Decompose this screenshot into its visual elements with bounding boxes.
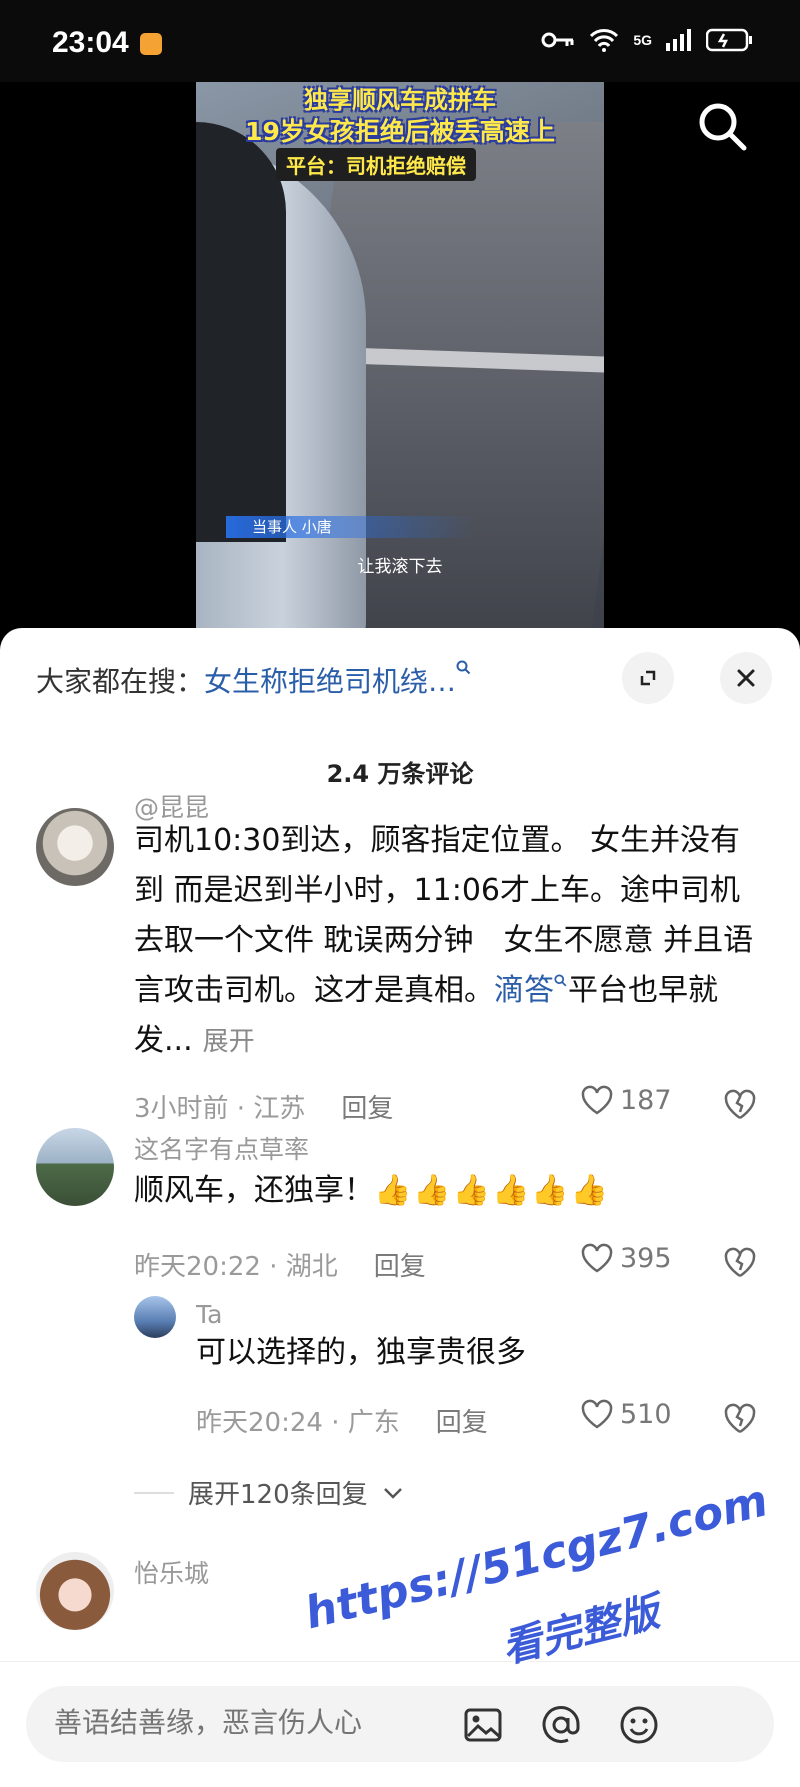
reply-meta: 昨天20:24 · 广东 回复 [196, 1402, 488, 1439]
comment-username[interactable]: 怡乐城 [134, 1554, 209, 1590]
video-player[interactable]: 独享顺风车成拼车 19岁女孩拒绝后被丢高速上 平台：司机拒绝赔偿 当事人 小唐 … [0, 82, 800, 630]
reply-button[interactable]: 回复 [436, 1408, 488, 1438]
comment-link[interactable]: 滴答 [494, 973, 554, 1008]
search-small-icon [456, 660, 471, 675]
heart-icon [581, 1399, 613, 1429]
comment-time: 3小时前 · 江苏 [134, 1094, 306, 1124]
broken-heart-icon[interactable] [722, 1086, 758, 1122]
expand-comment-link[interactable]: 展开 [203, 1027, 255, 1057]
broken-heart-icon[interactable] [722, 1400, 758, 1436]
search-icon[interactable] [692, 96, 752, 156]
reply-text: 可以选择的，独享贵很多 [196, 1335, 526, 1370]
battery-icon [706, 28, 752, 52]
comment-count: 2.4 万条评论 [326, 760, 474, 788]
comment-text: 司机10:30到达，顾客指定位置。 女生并没有到 而是迟到半小时，11:06才上… [134, 816, 760, 1067]
broken-heart-icon[interactable] [722, 1244, 758, 1280]
wifi-icon [590, 29, 619, 52]
signal-icon [666, 29, 691, 51]
like-button[interactable]: 395 [580, 1242, 672, 1274]
status-time: 23:04 [52, 26, 129, 59]
comment-username[interactable]: 这名字有点草率 [134, 1130, 309, 1166]
car-door-image [196, 122, 286, 542]
comment-text: 顺风车，还独享！👍👍👍👍👍👍 [134, 1166, 760, 1216]
comment-input-bar [0, 1661, 800, 1787]
avatar[interactable] [36, 1128, 114, 1206]
reply-button[interactable]: 回复 [341, 1094, 393, 1124]
chevron-down-icon [383, 1487, 402, 1499]
avatar[interactable] [36, 1552, 114, 1630]
avatar[interactable] [36, 808, 114, 886]
comment-input[interactable] [52, 1706, 456, 1740]
comment-input-container[interactable] [26, 1686, 774, 1762]
like-count: 395 [620, 1242, 672, 1274]
like-count: 187 [620, 1084, 672, 1116]
expand-replies-button[interactable]: 展开120条回复 [134, 1474, 404, 1511]
expand-icon [640, 670, 656, 686]
video-caption-1: 独享顺风车成拼车 [304, 86, 496, 114]
hot-search-prefix: 大家都在搜： [36, 665, 205, 698]
comment-meta: 3小时前 · 江苏 回复 [134, 1088, 393, 1125]
image-icon[interactable] [462, 1704, 504, 1746]
thumbs-up-emoji: 👍👍👍👍👍👍 [374, 1173, 611, 1208]
comment-time: 昨天20:22 · 湖北 [134, 1252, 338, 1282]
status-bar: 23:04 5G [0, 0, 800, 82]
heart-icon [581, 1243, 613, 1273]
video-caption-3: 平台：司机拒绝赔偿 [276, 148, 476, 181]
hot-search-bar[interactable]: 大家都在搜：女生称拒绝司机绕… [36, 660, 472, 700]
video-frame[interactable]: 独享顺风车成拼车 19岁女孩拒绝后被丢高速上 平台：司机拒绝赔偿 当事人 小唐 … [196, 82, 604, 630]
search-small-icon [554, 974, 567, 987]
video-subtitle: 让我滚下去 [357, 557, 443, 577]
network-type: 5G [633, 32, 652, 48]
app-notification-icon [140, 33, 162, 55]
heart-icon [581, 1085, 613, 1115]
divider-line [134, 1491, 174, 1494]
comment-body: 顺风车，还独享！ [134, 1173, 374, 1208]
like-button[interactable]: 510 [580, 1398, 672, 1430]
reply-avatar[interactable] [134, 1296, 176, 1338]
close-icon [737, 669, 755, 687]
emoji-icon[interactable] [618, 1704, 660, 1746]
expand-replies-label: 展开120条回复 [188, 1480, 368, 1510]
video-caption-2: 19岁女孩拒绝后被丢高速上 [245, 117, 555, 146]
reply-time: 昨天20:24 · 广东 [196, 1408, 400, 1438]
reply-username[interactable]: Ta [196, 1300, 222, 1329]
like-count: 510 [620, 1398, 672, 1430]
hot-search-query[interactable]: 女生称拒绝司机绕… [204, 665, 456, 698]
close-panel-button[interactable] [720, 652, 772, 704]
status-icons: 5G [541, 28, 754, 52]
mention-icon[interactable] [540, 1704, 582, 1746]
key-icon [541, 32, 574, 48]
comment-meta: 昨天20:22 · 湖北 回复 [134, 1246, 426, 1283]
reply-button[interactable]: 回复 [374, 1252, 426, 1282]
like-button[interactable]: 187 [580, 1084, 672, 1116]
video-name-tag: 当事人 小唐 [226, 516, 476, 538]
expand-panel-button[interactable] [622, 652, 674, 704]
